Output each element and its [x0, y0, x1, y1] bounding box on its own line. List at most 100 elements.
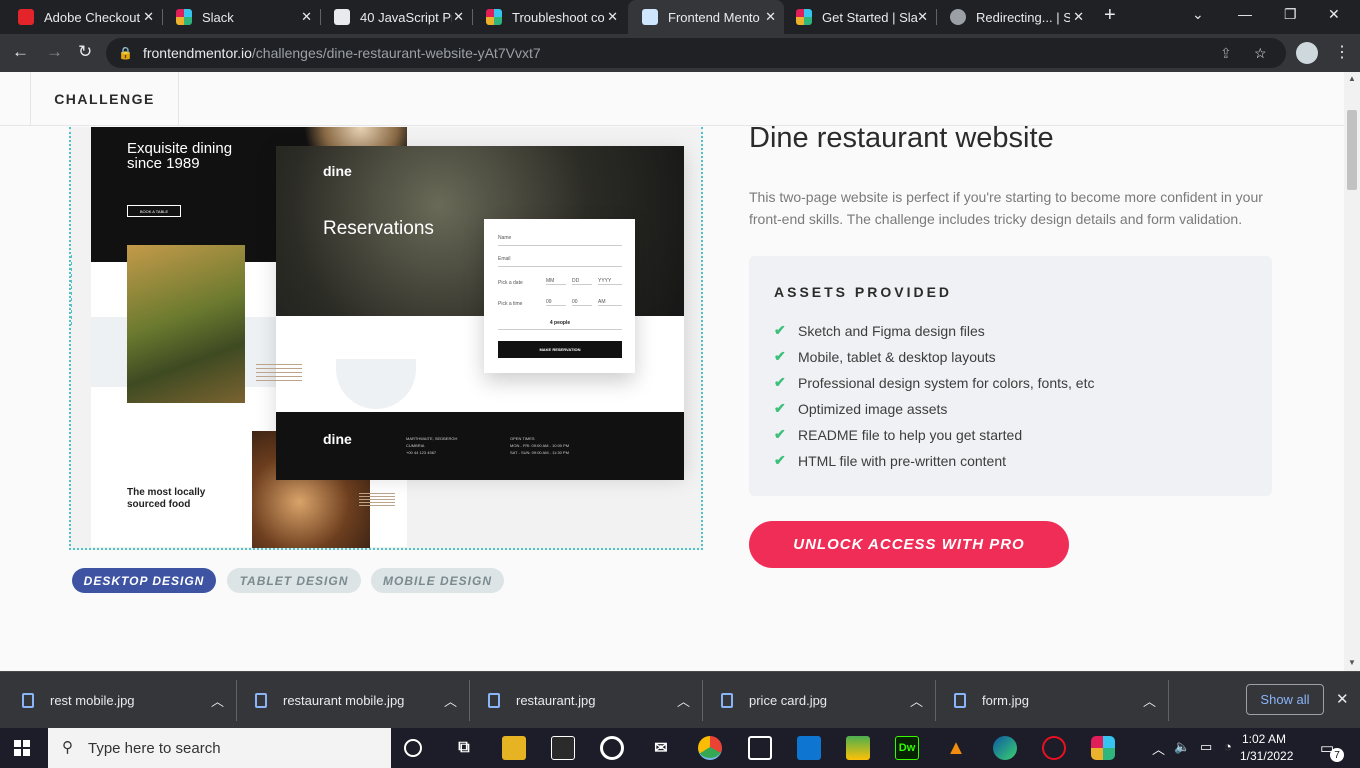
browser-tab-slack[interactable]: Slack ✕	[162, 0, 320, 34]
browser-tab-adobe[interactable]: Adobe Checkout ✕	[4, 0, 162, 34]
window-close-icon[interactable]: ✕	[1328, 6, 1340, 23]
chevron-up-icon[interactable]: ︿	[444, 691, 457, 710]
preview-footer-hours2: SAT - SUN: 09:00 AM - 11:30 PM	[510, 450, 569, 455]
preview-reservations-heading: Reservations	[323, 218, 434, 239]
preview-book-button: BOOK A TABLE	[127, 205, 181, 217]
antivirus-icon[interactable]	[1042, 736, 1066, 760]
asset-label: HTML file with pre-written content	[798, 452, 1006, 469]
task-view-icon[interactable]: ⧉	[452, 736, 476, 760]
frontend-mentor-icon	[642, 9, 658, 25]
close-icon[interactable]: ✕	[301, 9, 312, 25]
slack-icon[interactable]	[1091, 736, 1115, 760]
scrollbar-thumb[interactable]	[1347, 110, 1357, 190]
check-icon: ✔	[774, 400, 786, 416]
tab-desktop-design[interactable]: DESKTOP DESIGN	[72, 568, 216, 593]
preview-reservation-form: Name Email Pick a date MM DD YYYY Pick a…	[484, 219, 635, 373]
download-item[interactable]: form.jpg ︿	[954, 672, 1156, 729]
asset-item: ✔ README file to help you get started	[774, 426, 1022, 443]
scroll-up-icon[interactable]: ▲	[1348, 74, 1356, 83]
preview-pattern-lines	[256, 364, 302, 382]
share-icon[interactable]: ⇪	[1220, 45, 1232, 62]
store-icon[interactable]	[551, 736, 575, 760]
divider	[702, 680, 703, 721]
wifi-icon[interactable]: ◔	[1224, 739, 1232, 754]
preview-form-date-yyyy: YYYY	[598, 278, 622, 285]
close-icon[interactable]: ✕	[1073, 9, 1084, 25]
close-icon[interactable]: ✕	[765, 9, 776, 25]
mail-icon[interactable]: ✉	[649, 736, 673, 760]
file-explorer-icon[interactable]	[502, 736, 526, 760]
chevron-up-icon[interactable]: ︿	[1143, 691, 1156, 710]
notification-badge: 7	[1330, 748, 1344, 762]
dreamweaver-icon[interactable]: Dw	[895, 736, 919, 760]
taskbar-search-input[interactable]: ⚲ Type here to search	[48, 728, 391, 768]
close-icon[interactable]: ✕	[1336, 690, 1349, 708]
image-file-icon	[721, 693, 733, 708]
download-item[interactable]: price card.jpg ︿	[721, 672, 923, 729]
new-tab-button[interactable]: +	[1104, 4, 1116, 27]
cortana-icon[interactable]	[404, 739, 422, 757]
restore-icon[interactable]: ❐	[1284, 6, 1297, 23]
download-filename: price card.jpg	[749, 693, 828, 708]
layers-app-icon[interactable]	[846, 736, 870, 760]
asset-label: Optimized image assets	[798, 400, 948, 417]
image-file-icon	[22, 693, 34, 708]
chevron-up-icon[interactable]: ︿	[211, 691, 224, 710]
menu-icon[interactable]: ⋮	[1334, 42, 1350, 62]
check-icon: ✔	[774, 322, 786, 338]
resize-handle[interactable]	[71, 255, 75, 325]
image-file-icon	[488, 693, 500, 708]
download-item[interactable]: rest mobile.jpg ︿	[22, 672, 224, 729]
show-all-button[interactable]: Show all	[1246, 684, 1324, 715]
asset-item: ✔ Professional design system for colors, …	[774, 374, 1094, 391]
profile-avatar[interactable]	[1296, 42, 1318, 64]
design-preview[interactable]: Exquisite dining since 1989 BOOK A TABLE…	[69, 127, 703, 550]
close-icon[interactable]: ✕	[143, 9, 154, 25]
close-icon[interactable]: ✕	[453, 9, 464, 25]
preview-pattern-lines	[359, 493, 395, 507]
search-icon: ⚲	[62, 739, 73, 756]
image-file-icon	[954, 693, 966, 708]
unlock-pro-button[interactable]: UNLOCK ACCESS WITH PRO	[749, 521, 1069, 568]
minimize-icon[interactable]: —	[1238, 6, 1252, 22]
clock-time: 1:02 AM	[1241, 732, 1287, 746]
tab-search-icon[interactable]: ⌄	[1192, 6, 1204, 23]
forward-icon[interactable]: →	[46, 42, 63, 62]
browser-tab-frontend-mentor[interactable]: Frontend Mentor ✕	[628, 0, 784, 34]
vscode-icon[interactable]	[797, 736, 821, 760]
volume-icon[interactable]: 🔈	[1174, 739, 1190, 755]
edge-icon[interactable]	[993, 736, 1017, 760]
browser-tab-js-projects[interactable]: 40 JavaScript Pro ✕	[320, 0, 472, 34]
chevron-up-icon[interactable]: ︿	[677, 691, 690, 710]
scroll-down-icon[interactable]: ▼	[1348, 658, 1356, 667]
windows-start-icon[interactable]	[14, 740, 30, 756]
reload-icon[interactable]: ↻	[78, 42, 92, 62]
browser-tab-get-started[interactable]: Get Started | Slac ✕	[782, 0, 936, 34]
tab-mobile-design[interactable]: MOBILE DESIGN	[371, 568, 504, 593]
chrome-icon[interactable]	[698, 736, 722, 760]
back-icon[interactable]: ←	[12, 42, 29, 62]
tab-tablet-design[interactable]: TABLET DESIGN	[227, 568, 361, 593]
challenge-tab[interactable]: CHALLENGE	[30, 72, 179, 126]
download-item[interactable]: restaurant.jpg ︿	[488, 672, 690, 729]
download-item[interactable]: restaurant mobile.jpg ︿	[255, 672, 457, 729]
chevron-up-icon[interactable]: ︿	[1152, 739, 1165, 758]
close-icon[interactable]: ✕	[607, 9, 618, 25]
browser-tab-redirecting[interactable]: Redirecting... | Sl ✕	[936, 0, 1092, 34]
preview-form-email: Email	[498, 256, 622, 267]
page-scrollbar[interactable]: ▲ ▼	[1344, 72, 1360, 671]
chevron-up-icon[interactable]: ︿	[910, 691, 923, 710]
battery-icon[interactable]: ▭	[1200, 739, 1212, 755]
media-player-icon[interactable]	[600, 736, 624, 760]
terminal-icon[interactable]	[748, 736, 772, 760]
divider	[1168, 680, 1169, 721]
preview-form-time-mm: 00	[572, 299, 592, 306]
preview-footer-hours1: MON - FRI: 09:00 AM - 10:00 PM	[510, 443, 570, 448]
bookmark-star-icon[interactable]: ☆	[1254, 45, 1267, 62]
browser-tab-troubleshoot[interactable]: Troubleshoot con ✕	[472, 0, 626, 34]
system-clock[interactable]: 1:02 AM 1/31/2022	[1240, 731, 1293, 765]
close-icon[interactable]: ✕	[917, 9, 928, 25]
asset-label: Mobile, tablet & desktop layouts	[798, 348, 996, 365]
address-bar[interactable]: 🔒 frontendmentor.io/challenges/dine-rest…	[106, 38, 1286, 68]
vlc-icon[interactable]: ▲	[944, 736, 968, 760]
